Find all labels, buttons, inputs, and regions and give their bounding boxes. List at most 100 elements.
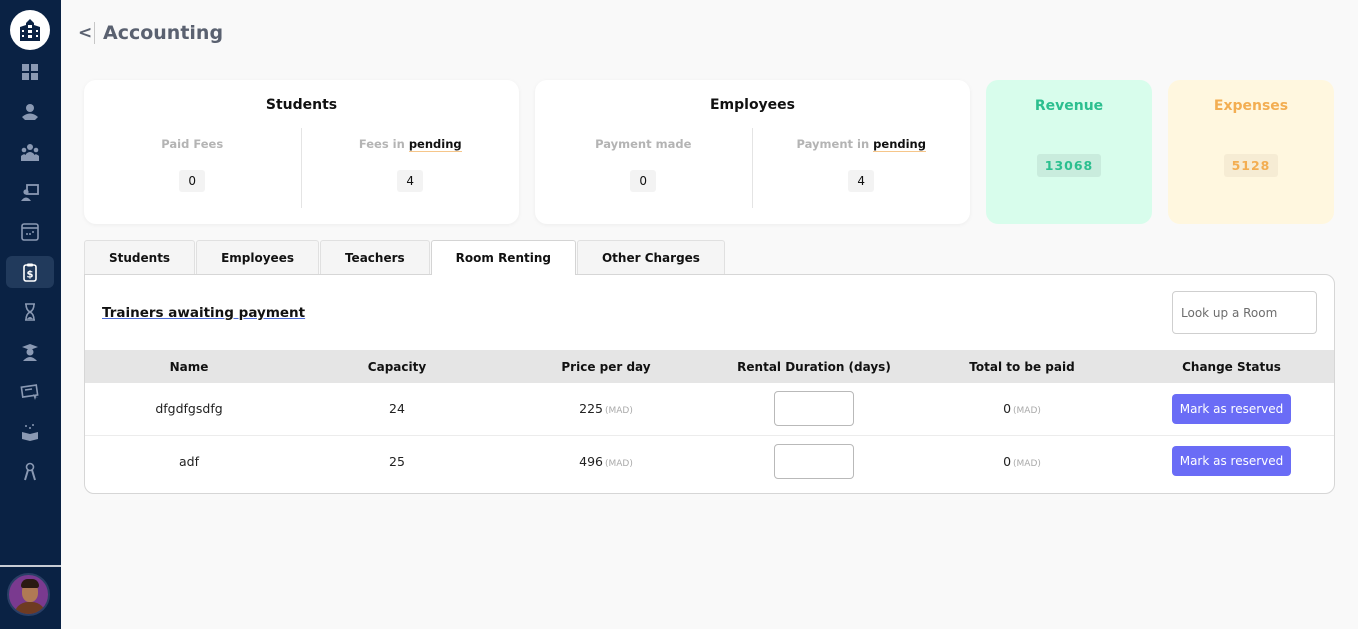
currency-unit: (MAD) [1013,458,1041,469]
sidebar-item-rooms[interactable] [6,456,54,488]
sidebar-item-history[interactable] [6,296,54,328]
expenses-card: Expenses 5128 [1168,80,1334,224]
pending-fees-count: 4 [397,170,424,192]
students-summary-card: Students Paid Fees 0 Fees in pending 4 [84,80,519,224]
tab-other-charges[interactable]: Other Charges [576,240,725,274]
revenue-card: Revenue 13068 [986,80,1152,224]
pending-fees-label: Fees in pending [302,137,520,152]
room-search-input[interactable] [1172,291,1317,334]
column-header-total: Total to be paid [969,359,1075,374]
total-value: 0 [1003,401,1012,417]
label-prefix: Fees in [358,137,409,151]
label-prefix: Payment in [796,137,874,151]
sidebar-divider [0,565,61,567]
dashboard-grid-icon [22,64,38,80]
column-header-duration: Rental Duration (days) [737,359,891,374]
room-renting-panel: Trainers awaiting payment Name Capacity … [84,274,1335,494]
sidebar-item-teachers[interactable] [6,176,54,208]
tab-teachers[interactable]: Teachers [319,240,430,274]
card-title: Employees [709,97,796,113]
sidebar-item-certificates[interactable] [6,376,54,408]
payment-pending-label: Payment in pending [753,137,971,152]
rooms-table: Name Capacity Price per day Rental Durat… [85,350,1334,487]
group-users-icon [21,144,39,161]
teacher-board-icon [21,184,39,201]
table-row: adf 25 496 (MAD) 0 (MAD) Mark as reserved [85,435,1334,487]
mark-as-reserved-button[interactable]: Mark as reserved [1171,446,1292,477]
payment-pending-section: Payment in pending 4 [753,128,971,208]
header-divider [94,22,95,44]
status-cell: Mark as reserved [1127,435,1334,487]
hourglass-icon [25,303,35,321]
revenue-value: 13068 [1036,154,1102,177]
graduate-icon [22,344,38,361]
tab-employees[interactable]: Employees [196,240,319,274]
payment-pending-count: 4 [848,170,875,192]
open-book-icon [22,424,38,441]
payment-made-count: 0 [630,170,657,192]
currency-unit: (MAD) [604,406,633,417]
price-cell: 225 (MAD) [501,383,711,435]
mark-as-reserved-button[interactable]: Mark as reserved [1171,393,1292,424]
sidebar-item-courses[interactable] [6,416,54,448]
total-cell: 0 (MAD) [917,435,1127,487]
room-name: adf [179,453,199,469]
tab-room-renting[interactable]: Room Renting [430,240,576,275]
paid-fees-count: 0 [179,170,206,192]
pending-fees-section: Fees in pending 4 [302,128,520,208]
rental-duration-input[interactable] [774,391,854,427]
sidebar-item-graduates[interactable] [6,336,54,368]
revenue-title: Revenue [1034,98,1104,114]
column-header-name: Name [169,359,209,374]
expenses-title: Expenses [1213,98,1289,114]
duration-cell [711,383,917,435]
paid-fees-label: Paid Fees [161,137,224,151]
table-header-row: Name Capacity Price per day Rental Durat… [85,350,1334,383]
accounting-tabs: Students Employees Teachers Room Renting… [84,240,726,275]
back-button[interactable]: < [78,23,92,43]
school-building-icon[interactable] [10,10,50,50]
payment-made-label: Payment made [595,137,692,151]
page-header: < Accounting [78,20,223,46]
currency-unit: (MAD) [604,458,633,469]
total-value: 0 [1003,453,1012,469]
rental-duration-input[interactable] [774,443,854,479]
sidebar-item-dashboard[interactable] [6,56,54,88]
clipboard-dollar-icon: $ [23,263,37,282]
price-value: 225 [579,401,603,417]
room-name: dfgdfgsdfg [155,401,223,417]
sidebar-item-students[interactable] [6,96,54,128]
paid-fees-section: Paid Fees 0 [84,128,302,208]
expenses-value: 5128 [1223,154,1279,177]
employees-summary-card: Employees Payment made 0 Payment in pend… [535,80,970,224]
user-avatar[interactable] [7,573,50,616]
panel-title: Trainers awaiting payment [102,305,306,321]
column-header-price: Price per day [561,359,651,374]
certificate-icon [20,384,39,400]
page-title: Accounting [103,22,224,44]
room-capacity: 24 [389,401,405,417]
card-title: Students [265,97,338,113]
reader-student-icon [22,104,38,120]
keys-icon [24,462,36,481]
currency-unit: (MAD) [1013,406,1041,417]
svg-text:$: $ [27,270,34,281]
total-cell: 0 (MAD) [917,383,1127,435]
status-cell: Mark as reserved [1127,383,1334,435]
pending-emphasis: pending [873,137,926,152]
price-cell: 496 (MAD) [501,435,711,487]
calendar-window-icon [21,223,39,241]
room-capacity: 25 [389,453,405,469]
column-header-status: Change Status [1182,359,1281,374]
sidebar-item-schedule[interactable] [6,216,54,248]
tab-students[interactable]: Students [84,240,196,274]
column-header-capacity: Capacity [367,359,427,374]
sidebar-item-groups[interactable] [6,136,54,168]
pending-emphasis: pending [408,137,462,152]
price-value: 496 [579,453,603,469]
sidebar-item-accounting[interactable]: $ [6,256,54,288]
payment-made-section: Payment made 0 [535,128,753,208]
duration-cell [711,435,917,487]
sidebar: $ [0,0,61,629]
table-row: dfgdfgsdfg 24 225 (MAD) 0 (MAD) Mark as re… [85,383,1334,435]
